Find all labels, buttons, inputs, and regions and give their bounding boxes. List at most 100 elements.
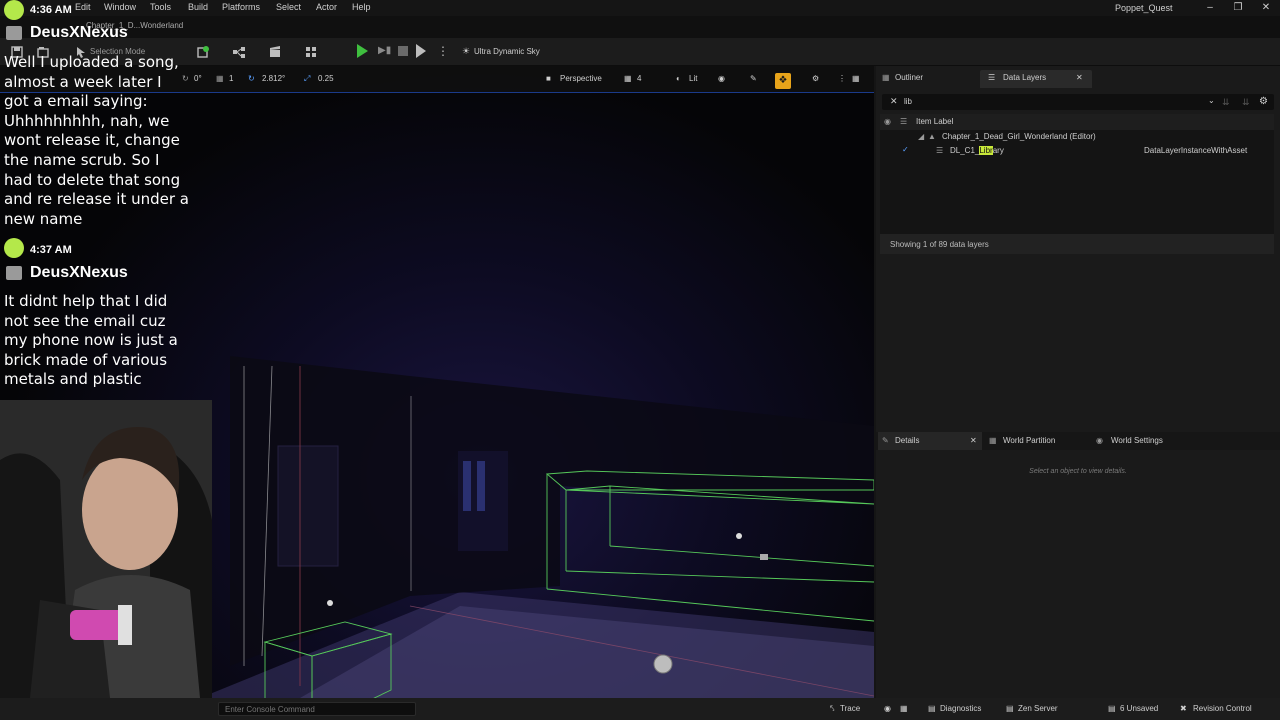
label-prefix: DL_C1_ [950, 146, 980, 155]
tree-row-label: Chapter_1_Dead_Girl_Wonderland (Editor) [942, 132, 1096, 141]
chat-line: new name [4, 209, 83, 228]
console-command-input[interactable] [218, 702, 416, 716]
layer-icon: ☰ [900, 117, 908, 126]
lit-icon: ◐ [676, 74, 681, 83]
tab-outliner[interactable]: Outliner [895, 73, 923, 82]
outliner-tab-bar: ▦ Outliner ☰ Data Layers ✕ [876, 70, 1280, 88]
layout-icon[interactable]: ▦ [852, 74, 860, 83]
globe-icon: ◉ [1096, 436, 1103, 445]
minimize-icon[interactable]: – [1198, 1, 1222, 15]
column-item-label[interactable]: Item Label [916, 117, 953, 126]
close-details-icon[interactable]: ✕ [970, 436, 977, 445]
launch-button[interactable] [416, 44, 426, 58]
details-tab-background [878, 432, 982, 450]
tree-row-label: DL_C1_Library [950, 146, 1004, 155]
blueprint-icon[interactable] [232, 45, 246, 59]
snapping-icon[interactable]: ✎ [750, 74, 757, 83]
angle-snap-icon[interactable]: ↻ [248, 74, 255, 83]
tree-row-library[interactable]: ✓ ☰ DL_C1_Library DataLayerInstanceWithA… [880, 144, 1274, 158]
trace-button[interactable]: Trace [840, 704, 860, 713]
layers-icon[interactable]: ⇊ [1242, 97, 1250, 108]
chat-username: DeusXNexus [30, 264, 128, 281]
menu-platforms[interactable]: Platforms [222, 2, 260, 12]
settings-gear-icon[interactable]: ⚙ [812, 74, 819, 83]
unsaved-button[interactable]: 6 Unsaved [1120, 704, 1158, 713]
check-icon[interactable]: ✓ [902, 145, 909, 154]
chat-line: brick made of various [4, 350, 168, 369]
record-icon[interactable]: ◉ [884, 704, 891, 713]
data-layer-search[interactable]: ✕ lib ⌄ [882, 94, 1274, 110]
scale-snap-icon[interactable]: ⤢ [304, 74, 310, 84]
menu-help[interactable]: Help [352, 2, 371, 12]
tree-row-world[interactable]: ◢ ▲ Chapter_1_Dead_Girl_Wonderland (Edit… [880, 130, 1274, 144]
maximize-icon[interactable]: ❐ [1226, 1, 1250, 15]
tab-world-partition[interactable]: World Partition [1003, 436, 1055, 445]
chat-line: had to delete that song [4, 170, 181, 189]
clear-search-icon[interactable]: ✕ [890, 96, 898, 107]
more-vertical-icon[interactable]: ⋮ [838, 74, 846, 83]
expand-arrow-icon[interactable]: ◢ [918, 132, 924, 141]
scale-snap-value[interactable]: 0.25 [318, 74, 334, 83]
diagnostics-button[interactable]: Diagnostics [940, 704, 981, 713]
tab-world-settings[interactable]: World Settings [1111, 436, 1163, 445]
menu-select[interactable]: Select [276, 2, 301, 12]
perspective-dropdown[interactable]: Perspective [560, 74, 602, 83]
settings-icon[interactable]: ⚙ [1259, 96, 1268, 107]
user-badge-icon [6, 266, 22, 280]
showing-count-row: Showing 1 of 89 data layers [880, 234, 1274, 254]
close-tab-icon[interactable]: ✕ [1076, 73, 1083, 82]
unsaved-icon: ▤ [1108, 704, 1116, 713]
data-layer-icon: ☰ [936, 146, 944, 155]
tab-details[interactable]: Details [895, 436, 919, 445]
avatar [4, 238, 24, 258]
grid-snap-icon[interactable]: ▦ [216, 74, 224, 83]
tree-row-type: DataLayerInstanceWithAsset [1144, 146, 1248, 155]
camera-icon[interactable]: ▦ [900, 704, 908, 713]
sky-label[interactable]: Ultra Dynamic Sky [474, 47, 540, 56]
show-eye-icon[interactable]: ◉ [718, 74, 725, 83]
revision-control-button[interactable]: Revision Control [1193, 704, 1252, 713]
outliner-icon: ▦ [882, 73, 890, 82]
trace-icon: ⤣ [830, 704, 835, 713]
chevron-down-icon[interactable]: ⌄ [1208, 96, 1215, 105]
zen-server-button[interactable]: Zen Server [1018, 704, 1058, 713]
chat-line: Well I uploaded a song, [4, 53, 179, 71]
close-icon[interactable]: ✕ [1254, 1, 1278, 15]
chat-timestamp: 4:36 AM [30, 4, 72, 16]
stop-button[interactable] [398, 46, 408, 56]
tree-header: ◉ ☰ Item Label [880, 114, 1274, 130]
angle-snap-value[interactable]: 2.812° [262, 74, 285, 83]
user-badge-icon [6, 26, 22, 40]
sun-icon: ☀ [462, 46, 471, 56]
chat-line: not see the email cuz [4, 311, 166, 330]
world-icon: ▲ [928, 132, 936, 141]
visibility-eye-icon[interactable]: ◉ [884, 117, 891, 126]
right-panel: ▦ Outliner ☰ Data Layers ✕ ✕ lib ⌄ ⇊ ⇊ ⚙… [876, 66, 1280, 698]
grid-snap-value[interactable]: 1 [229, 74, 233, 83]
avatar [4, 0, 24, 20]
menu-actor[interactable]: Actor [316, 2, 337, 12]
filter-icon[interactable]: ⇊ [1222, 97, 1230, 108]
details-empty-message: Select an object to view details. [1029, 468, 1127, 475]
camera-speed-icon[interactable]: ❖ [775, 73, 791, 89]
more-options-icon[interactable]: ⋮ [437, 45, 449, 57]
lit-dropdown[interactable]: Lit [689, 74, 697, 83]
revision-control-icon: ✖ [1180, 704, 1187, 713]
tab-data-layers[interactable]: Data Layers [1003, 73, 1046, 82]
webcam-image [0, 400, 212, 698]
chat-message: Well I uploaded a song, almost a week la… [4, 53, 189, 229]
chat-username: DeusXNexus [30, 24, 128, 41]
chat-line: the name scrub. So I [4, 150, 160, 169]
play-button[interactable] [357, 44, 368, 58]
search-input[interactable]: lib [904, 97, 912, 106]
fov-value[interactable]: 4 [637, 74, 641, 83]
showing-count: Showing 1 of 89 data layers [890, 240, 989, 249]
project-name: Poppet_Quest [1115, 3, 1173, 13]
modes-icon[interactable] [304, 45, 318, 59]
data-layers-icon: ☰ [988, 73, 996, 82]
chat-line: It didnt help that I did [4, 292, 168, 310]
search-highlight: Libr [979, 146, 993, 155]
cinematics-icon[interactable] [268, 45, 282, 59]
step-icon[interactable]: ▶▮ [378, 45, 391, 57]
camera-icon: ■ [546, 74, 551, 83]
